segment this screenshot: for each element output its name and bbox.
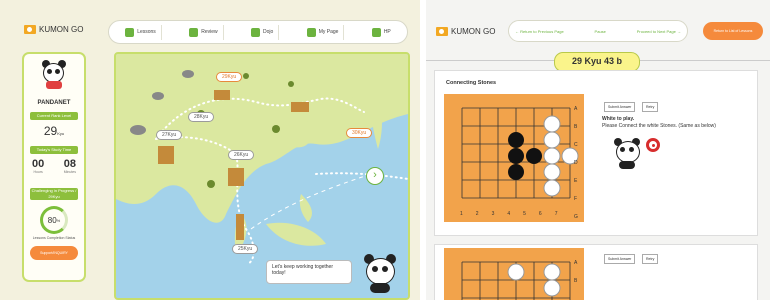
white-stone (543, 279, 561, 297)
nav-review[interactable]: Review (184, 24, 224, 40)
go-board-grid (461, 107, 579, 199)
map-label-29kyu[interactable]: 29Kyu (216, 72, 243, 82)
white-stone (543, 163, 561, 181)
map-screen: KUMON GO Lessons Review Dojo My Page HP … (0, 0, 420, 300)
logo-text: KUMON GO (39, 25, 84, 34)
lesson-screen: KUMON GO ← Return to Previous Page Pause… (426, 0, 770, 300)
user-name: PANDANET (37, 100, 71, 106)
panda-mascot (364, 254, 398, 294)
world-map: 29Kyu 28Kyu 27Kyu 26Kyu 30Kyu 25Kyu › Le… (114, 52, 410, 300)
home-icon (371, 27, 381, 37)
nav-label: Lessons (137, 29, 156, 35)
minutes-value: 08 (63, 158, 76, 170)
white-stone (543, 179, 561, 197)
hours-value: 00 (32, 158, 45, 170)
kumon-logo[interactable]: KUMON GO (436, 27, 495, 36)
pencil-icon (125, 27, 135, 37)
nav-hp[interactable]: HP (367, 25, 396, 40)
study-title: Today's Study Time (30, 146, 78, 154)
dojo-icon (251, 27, 260, 37)
panda-mascot (614, 138, 642, 170)
my-page-icon (306, 27, 316, 37)
play-title: White to play. (602, 116, 635, 122)
correct-circle-icon (646, 138, 660, 152)
white-stone (507, 263, 525, 281)
play-text: Please Connect the white Stones. (Same a… (602, 123, 716, 129)
retry-button-2[interactable]: Retry (642, 254, 659, 264)
prev-page-button[interactable]: ← Return to Previous Page (515, 29, 564, 34)
instruction: White to play. Please Connect the white … (602, 116, 716, 130)
black-stone (526, 148, 542, 164)
kumon-logo-mark (436, 27, 448, 36)
white-stone (543, 131, 561, 149)
black-stone (508, 148, 524, 164)
pause-button[interactable]: Pause (595, 29, 606, 34)
kumon-logo[interactable]: KUMON GO (24, 25, 83, 34)
problem-title: Connecting Stones (446, 80, 497, 86)
row-labels: ABCDEFG (574, 106, 578, 220)
main-nav: Lessons Review Dojo My Page HP (108, 20, 408, 44)
support-button[interactable]: Support/INQUIRY (30, 246, 78, 260)
map-label-30kyu[interactable]: 30Kyu (346, 128, 373, 138)
next-page-button[interactable]: Proceed to Next Page → (637, 29, 681, 34)
map-label-27kyu[interactable]: 27Kyu (156, 130, 183, 140)
map-label-25kyu[interactable]: 25Kyu (232, 244, 259, 254)
speech-bubble: Let's keep working together today! (266, 260, 352, 284)
review-icon (189, 27, 199, 37)
go-board-grid (461, 261, 571, 300)
nav-label: HP (383, 29, 391, 35)
panda-avatar (42, 60, 66, 89)
black-stone (508, 132, 524, 148)
submit-answer-button-2[interactable]: Submit Answer (604, 254, 636, 264)
nav-lessons[interactable]: Lessons (120, 24, 162, 40)
grade-badge: 29 Kyu 43 b (554, 52, 640, 72)
study-time: 00 Hours 08 Minutes (32, 158, 76, 174)
profile-card: PANDANET Current Rank Level 29Kyu Today'… (22, 52, 86, 282)
nav-dojo[interactable]: Dojo (246, 24, 280, 40)
map-label-26kyu[interactable]: 26Kyu (228, 150, 255, 160)
lesson-nav: ← Return to Previous Page Pause Proceed … (508, 20, 688, 42)
white-stone (543, 147, 561, 165)
rank-value: 29Kyu (43, 124, 65, 138)
white-stone (543, 115, 561, 133)
col-labels: 1234567 (460, 211, 558, 217)
retry-button[interactable]: Retry (642, 102, 659, 112)
completion-label: Lessons Completion Status (32, 236, 76, 240)
map-label-28kyu[interactable]: 28Kyu (188, 112, 215, 122)
map-next-button[interactable]: › (366, 167, 384, 185)
return-to-list-button[interactable]: Return to List of Lessons (703, 22, 763, 40)
submit-answer-button[interactable]: Submit Answer (604, 102, 636, 112)
white-stone (543, 263, 561, 281)
go-board[interactable] (444, 94, 584, 222)
completion-ring: 80% (40, 206, 68, 234)
logo-text: KUMON GO (451, 27, 496, 36)
nav-label: Review (201, 29, 218, 35)
nav-label: My Page (318, 29, 339, 35)
go-board-2[interactable] (444, 248, 584, 300)
nav-my-page[interactable]: My Page (302, 24, 345, 40)
challenge-title: Challenging in Progress / 29Kyu (30, 188, 78, 200)
rank-title: Current Rank Level (30, 112, 78, 120)
kumon-logo-mark (24, 25, 36, 34)
nav-label: Dojo (263, 29, 274, 35)
row-labels-2: AB (574, 260, 578, 284)
black-stone (508, 164, 524, 180)
